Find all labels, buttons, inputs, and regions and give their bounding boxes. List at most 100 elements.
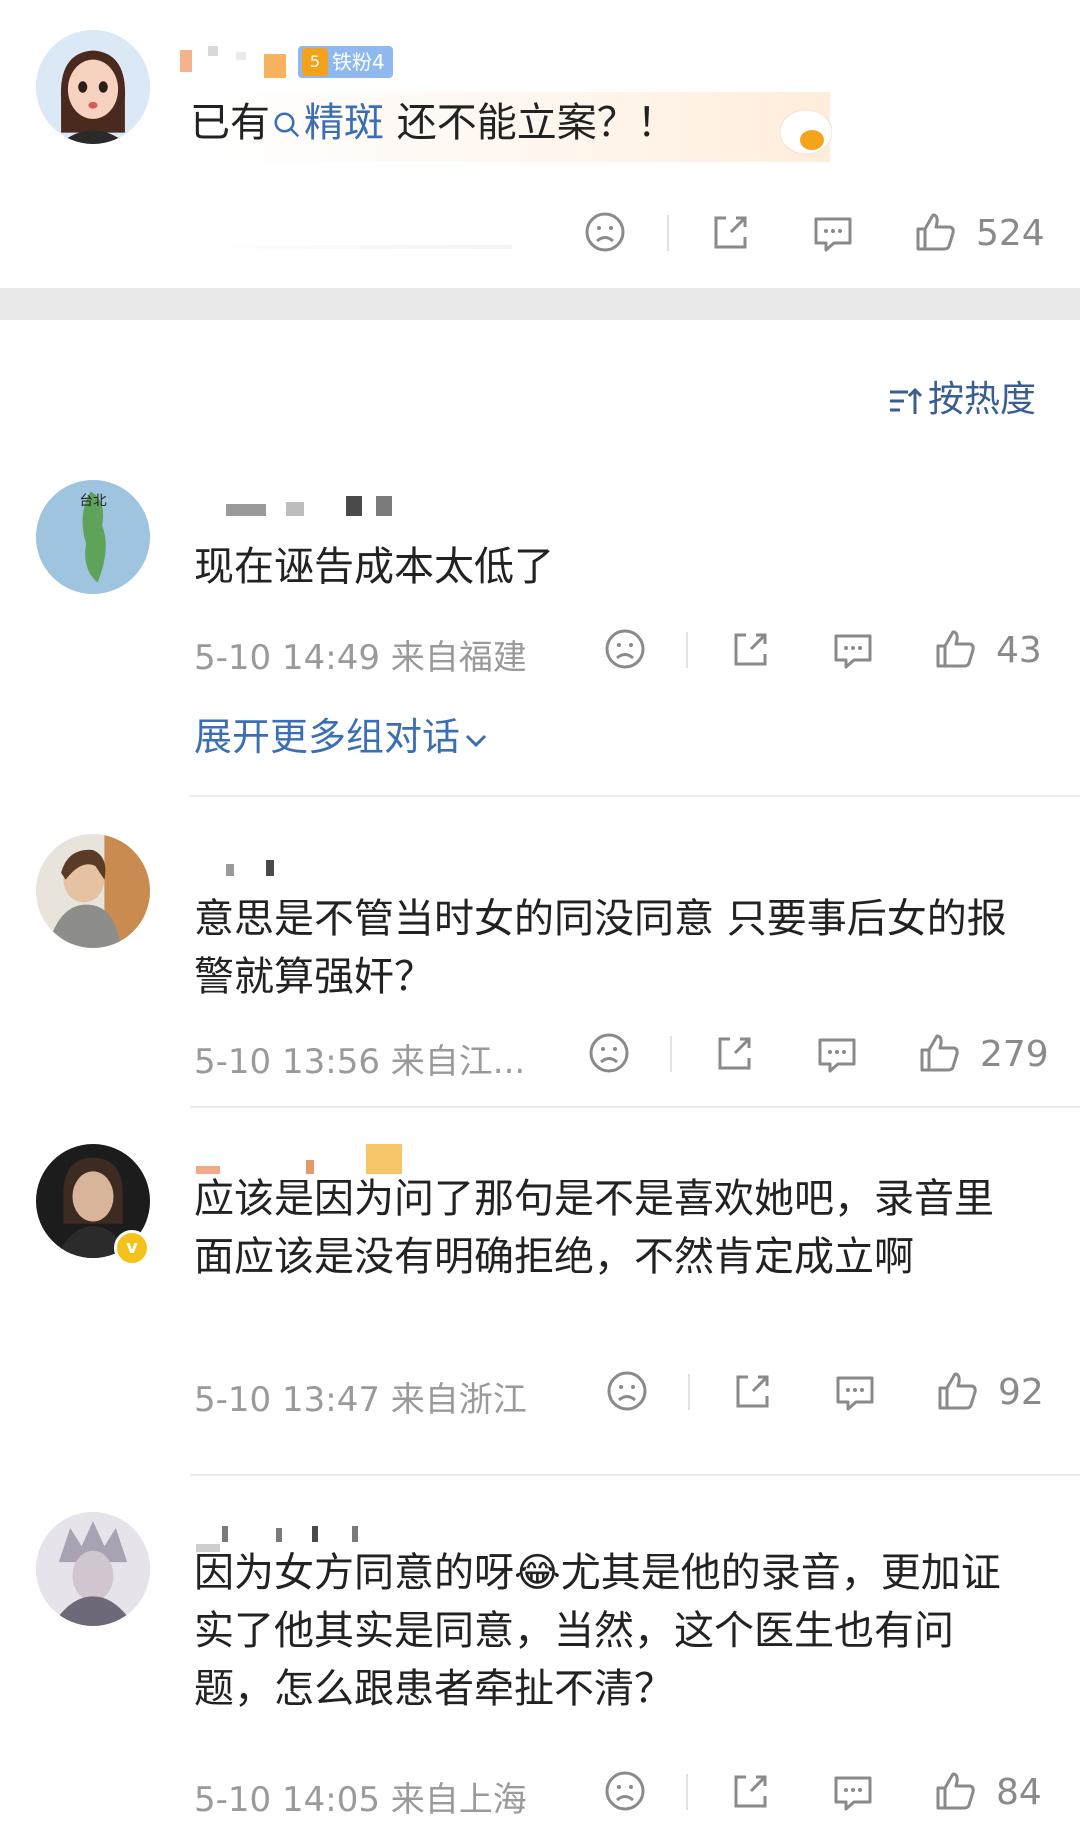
section-divider [0,288,1080,320]
timestamp-location: 5-10 14:05 来自上海 [194,1772,527,1821]
comment-item: 意思是不管当时女的同没同意 只要事后女的报警就算强奸？ 5-10 13:56 来… [0,828,1080,1098]
comment-meta: 5-10 13:47 来自浙江 92 [194,1364,1054,1420]
username-redacted[interactable] [178,44,298,80]
like-count: 43 [996,630,1042,671]
like-button[interactable] [928,1764,982,1818]
row-divider [190,1106,1080,1108]
thumbs-up-icon [938,1372,977,1410]
fan-level-badge: 5 铁粉4 [298,46,393,78]
sort-label: 按热度 [927,379,1036,420]
comment-meta: 5-10 14:05 来自上海 84 [194,1764,1054,1820]
share-icon [734,633,767,666]
like-button[interactable] [930,1364,984,1418]
topic-link-label: 精斑 [304,100,384,146]
top-comment-actions: 524 [0,205,1080,275]
share-icon [736,1375,769,1408]
row-divider [190,1474,1080,1476]
sort-icon [889,387,922,414]
thumbs-up-icon [916,213,955,251]
fried-egg-sticker [780,109,832,155]
like-button[interactable] [928,622,982,676]
expand-conversation-link[interactable]: 展开更多组对话 [194,706,488,761]
share-icon [734,1775,767,1808]
top-comment-card: 5 铁粉4 已有 精斑 还不能立案？！ 524 [0,0,1080,288]
thumbs-up-icon [920,1034,959,1072]
location: 来自上海 [390,1780,527,1820]
comment-item: 因为女方同意的呀😂尤其是他的录音，更加证实了他其实是同意，当然，这个医生也有问题… [0,1508,1080,1841]
redacted-meta [192,245,512,249]
text-prefix: 已有 [190,100,270,146]
timestamp: 5-10 14:49 [194,638,380,678]
user-avatar[interactable]: 台北 [36,480,150,594]
timestamp: 5-10 13:47 [194,1380,380,1420]
reply-button[interactable] [826,1764,880,1818]
user-avatar[interactable] [36,30,150,144]
comment-item: 台北 现在诬告成本太低了 5-10 14:49 来自福建 43 展开更多组对话 [0,470,1080,800]
top-comment-text: 已有 精斑 还不能立案？！ [190,92,830,162]
share-button[interactable] [724,622,778,676]
separator [670,1036,672,1072]
location: 来自江... [390,1042,526,1082]
timestamp-location: 5-10 14:49 来自福建 [194,630,527,679]
fan-badge-icon: 5 [302,48,328,76]
sort-by-hot-button[interactable]: 按热度 [888,378,1036,422]
sad-face-icon [605,629,645,669]
username-redacted[interactable] [196,488,446,524]
reply-button[interactable] [810,1026,864,1080]
comment-icon [814,217,852,252]
row-divider [190,795,1080,797]
text-suffix: 还不能立案？！ [384,100,677,146]
share-button[interactable] [708,1026,762,1080]
dislike-button[interactable] [578,205,632,259]
reply-button[interactable] [826,622,880,676]
reply-button[interactable] [806,205,860,259]
chevron-down-icon [465,734,487,748]
like-button[interactable] [908,205,962,259]
reply-button[interactable] [828,1364,882,1418]
comment-icon [836,1376,874,1411]
timestamp-location: 5-10 13:47 来自浙江 [194,1372,527,1421]
comment-meta: 5-10 14:49 来自福建 43 [194,622,1054,678]
thumbs-up-icon [936,1772,975,1810]
comment-meta: 5-10 13:56 来自江... 279 [194,1026,1054,1082]
comment-icon [818,1038,856,1073]
share-button[interactable] [724,1764,778,1818]
like-button[interactable] [912,1026,966,1080]
sad-face-icon [605,1771,645,1811]
fan-badge-label: 铁粉4 [332,50,385,74]
like-count: 524 [976,213,1045,254]
topic-link[interactable]: 精斑 [270,100,384,146]
sad-face-icon [585,212,625,252]
comment-text: 现在诬告成本太低了 [194,544,554,590]
comment-text: 意思是不管当时女的同没同意 只要事后女的报警就算强奸？ [194,896,1007,1000]
comment-text: 应该是因为问了那句是不是喜欢她吧，录音里面应该是没有明确拒绝，不然肯定成立啊 [194,1176,994,1280]
like-count: 279 [980,1034,1049,1075]
username-redacted[interactable] [196,846,446,882]
user-avatar[interactable] [36,1512,150,1626]
expand-label: 展开更多组对话 [194,715,461,759]
separator [686,632,688,668]
separator [686,1774,688,1810]
sad-face-icon [607,1371,647,1411]
timestamp: 5-10 14:05 [194,1780,380,1820]
timestamp-location: 5-10 13:56 来自江... [194,1034,525,1083]
like-count: 84 [996,1772,1042,1813]
comment-icon [834,1776,872,1811]
comment-text: 因为女方同意的呀😂尤其是他的录音，更加证实了他其实是同意，当然，这个医生也有问题… [194,1550,1001,1712]
separator [688,1374,690,1410]
like-count: 92 [998,1372,1044,1413]
svg-text:台北: 台北 [79,493,107,509]
dislike-button[interactable] [598,1764,652,1818]
sad-face-icon [589,1033,629,1073]
share-icon [718,1037,751,1070]
share-icon [714,216,747,249]
location: 来自浙江 [390,1380,527,1420]
dislike-button[interactable] [582,1026,636,1080]
dislike-button[interactable] [600,1364,654,1418]
share-button[interactable] [704,205,758,259]
user-avatar[interactable] [36,834,150,948]
verified-badge: v [114,1230,150,1266]
comment-item: v 应该是因为问了那句是不是喜欢她吧，录音里面应该是没有明确拒绝，不然肯定成立啊… [0,1140,1080,1460]
share-button[interactable] [726,1364,780,1418]
dislike-button[interactable] [598,622,652,676]
